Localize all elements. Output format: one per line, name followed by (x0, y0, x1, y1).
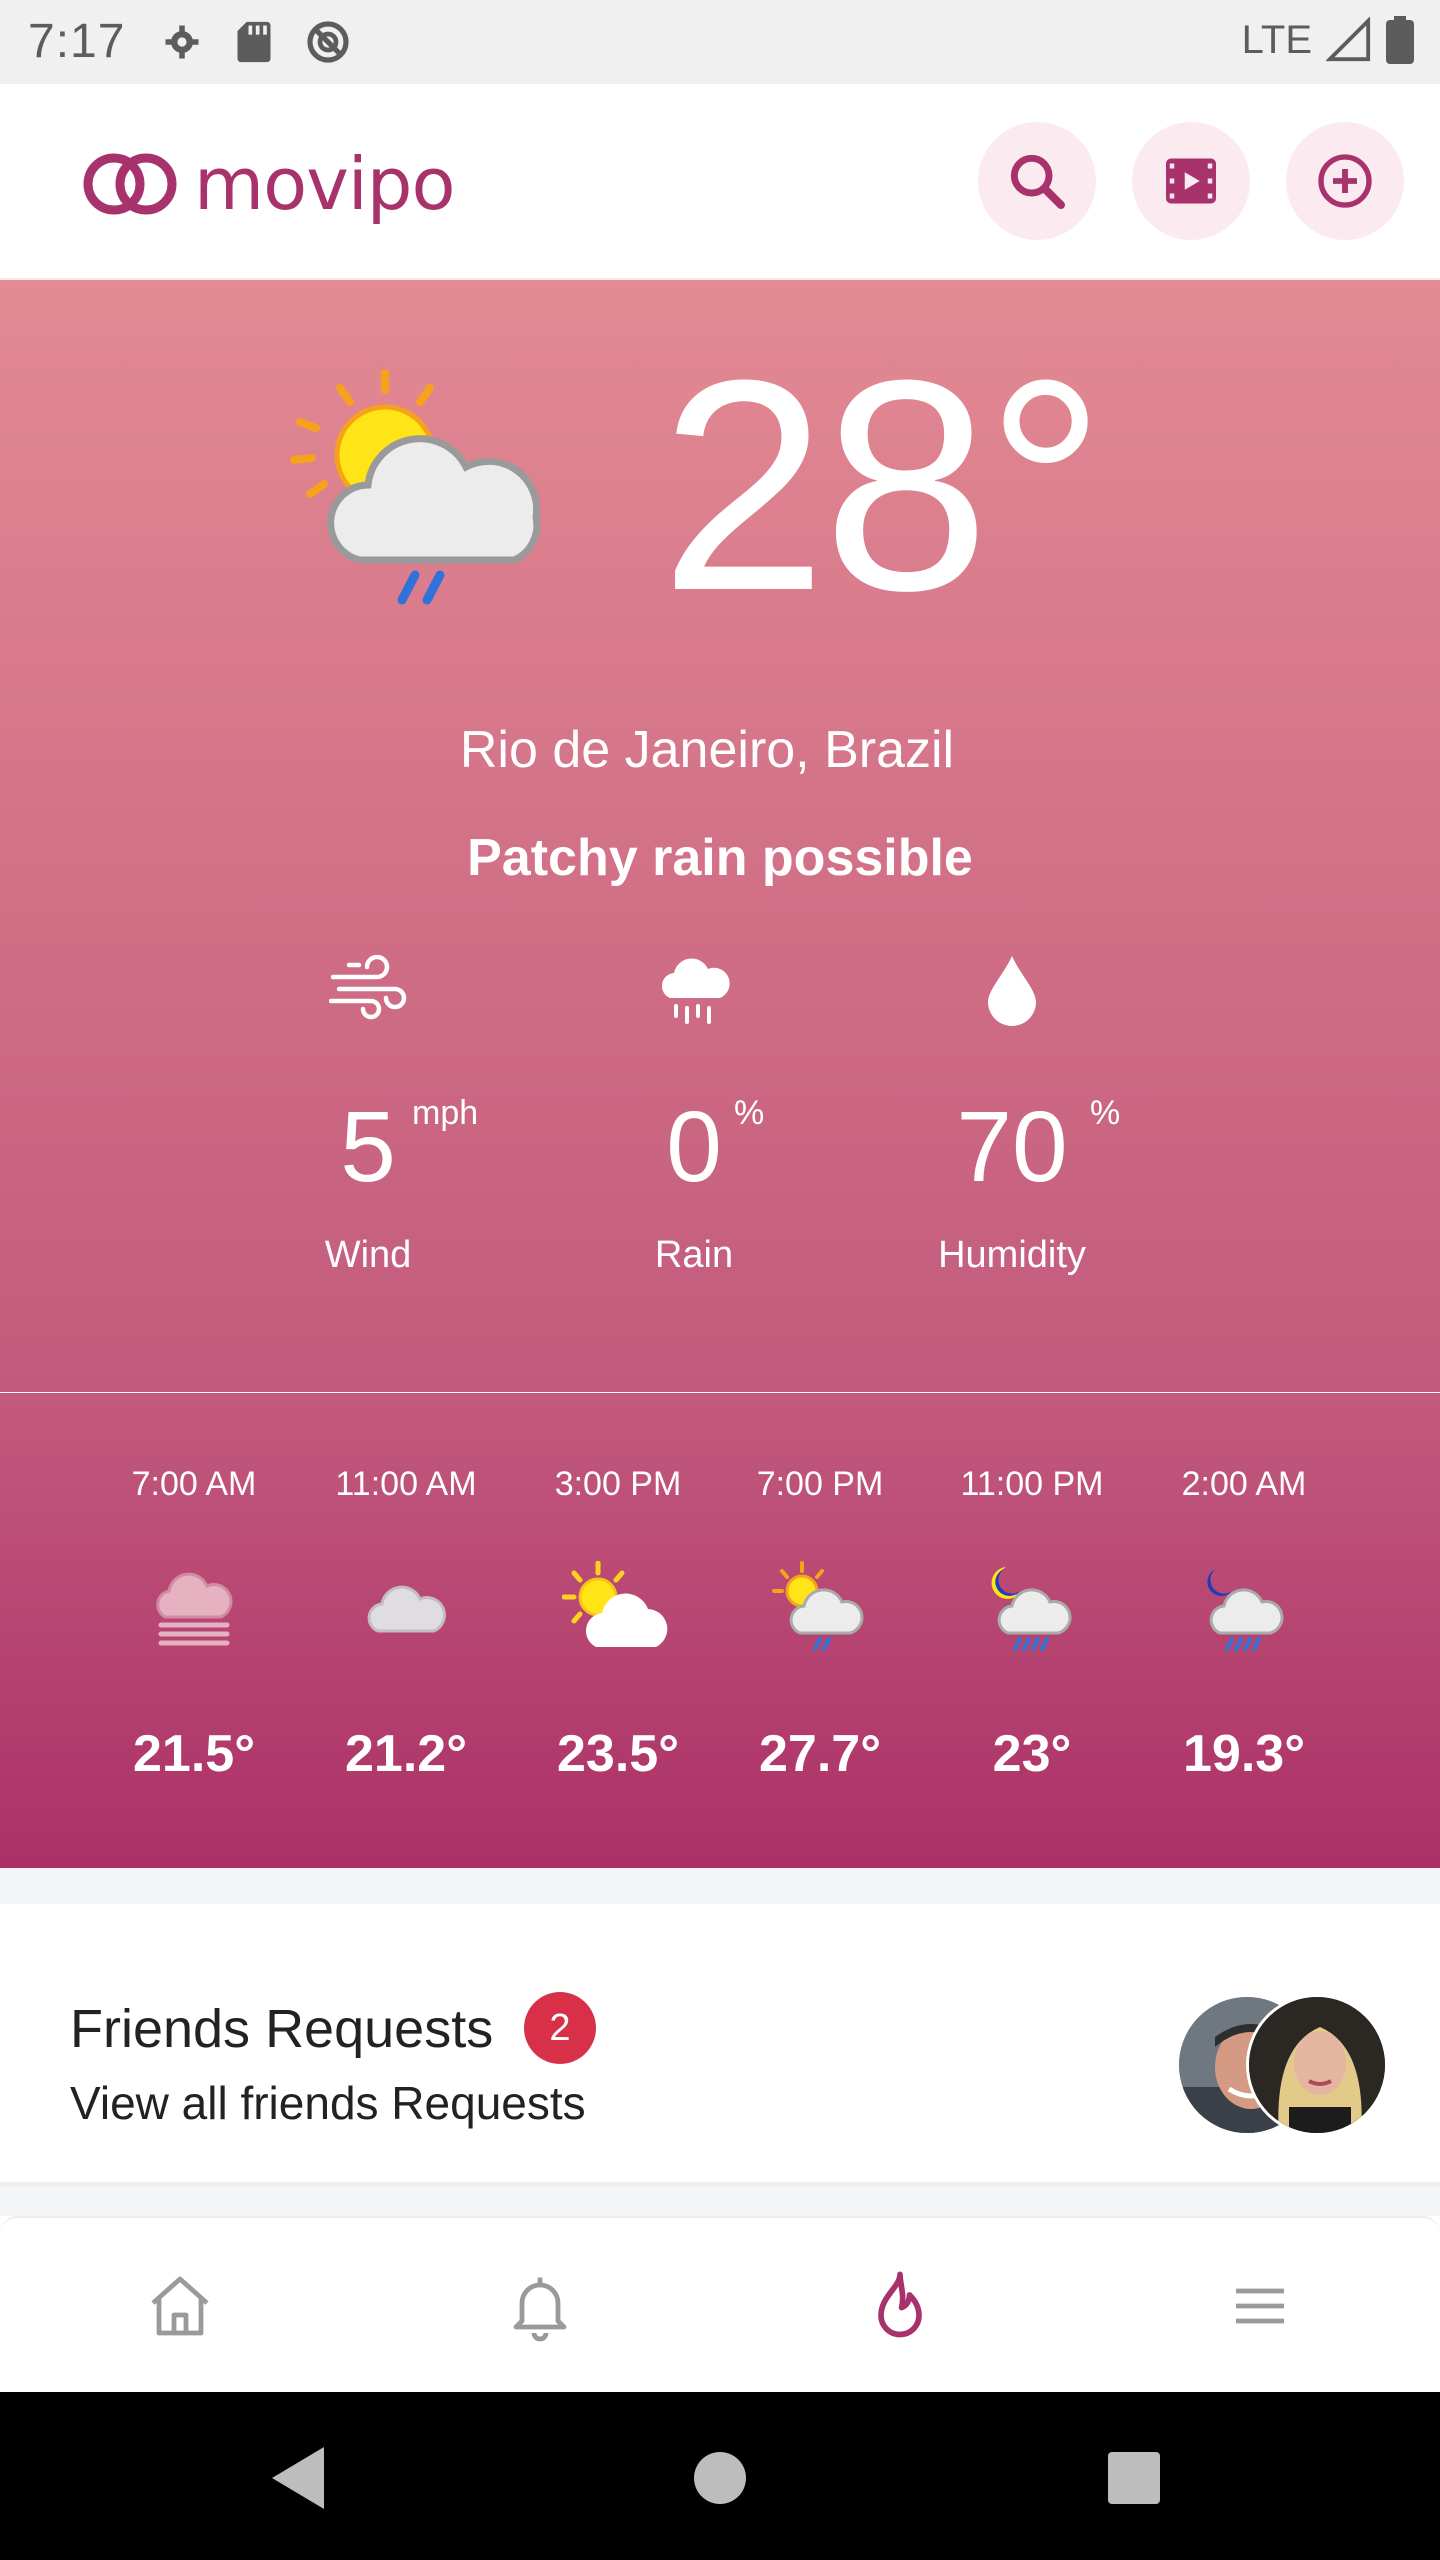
hour-temp: 23° (992, 1725, 1072, 1783)
network-type: LTE (1241, 17, 1312, 62)
droplet-icon (988, 956, 1036, 1026)
hour-temp: 23.5° (556, 1725, 679, 1783)
section-gap (0, 1868, 1440, 1904)
hour-item: 7:00 PM 27.7° (720, 1465, 920, 1784)
home-nav-button[interactable] (680, 2438, 760, 2518)
humidity-label: Humidity (938, 1234, 1086, 1276)
avatar-woman-image (1249, 1997, 1385, 2133)
hour-time: 11:00 PM (960, 1465, 1104, 1503)
recents-button[interactable] (1094, 2438, 1174, 2518)
avatar[interactable] (1246, 1994, 1388, 2136)
night-rain-icon (1207, 1569, 1284, 1651)
logo[interactable]: movipo (80, 142, 456, 226)
hour-time: 7:00 PM (756, 1465, 884, 1503)
bell-icon (513, 2277, 567, 2342)
sun-rain-icon (772, 1561, 864, 1651)
wind-label: Wind (324, 1234, 412, 1276)
recents-square-icon (1108, 2452, 1160, 2504)
wind-value: 5 (340, 1091, 396, 1203)
bottom-nav (0, 2216, 1440, 2392)
hour-time: 7:00 AM (131, 1465, 257, 1503)
search-button[interactable] (978, 122, 1096, 240)
status-left-icons (160, 18, 352, 66)
status-bar: 7:17 LTE (0, 0, 1440, 84)
weather-condition: Patchy rain possible (467, 829, 973, 887)
humidity-unit: % (1090, 1094, 1121, 1132)
hour-temp: 27.7° (758, 1725, 881, 1783)
hour-item: 3:00 PM 23.5° (518, 1465, 718, 1784)
hour-time: 11:00 AM (335, 1465, 477, 1503)
add-circle-icon (1318, 154, 1372, 208)
signal-icon (1326, 17, 1371, 62)
hour-time: 3:00 PM (554, 1465, 682, 1503)
home-icon (151, 2276, 209, 2336)
add-button[interactable] (1286, 122, 1404, 240)
stat-wind: 5 mph Wind (218, 940, 518, 1277)
partly-sunny-icon (562, 1561, 668, 1647)
back-icon (272, 2447, 324, 2509)
humidity-value: 70 (956, 1091, 1068, 1203)
rain-cloud-icon (661, 958, 730, 1024)
rain-unit: % (734, 1094, 765, 1132)
wind-icon (329, 955, 407, 1020)
hour-temp: 19.3° (1182, 1725, 1305, 1783)
hour-item: 11:00 AM 21.2° (306, 1465, 506, 1784)
hourly-forecast: 7:00 AM 21.5° 11:00 AM 21.2° 3:00 PM 23.… (0, 1393, 1440, 1868)
nav-menu[interactable] (1210, 2256, 1310, 2356)
rain-label: Rain (654, 1234, 734, 1276)
friends-title: Friends Requests (70, 1999, 494, 2059)
hour-temp: 21.2° (344, 1725, 467, 1783)
nav-trending[interactable] (850, 2256, 950, 2356)
weather-panel: 28° Rio de Janeiro, Brazil Patchy rain p… (0, 280, 1440, 1394)
video-icon (1166, 158, 1216, 204)
hour-time: 2:00 AM (1181, 1465, 1307, 1503)
night-rain-icon (991, 1567, 1072, 1651)
hour-item: 2:00 AM 19.3° (1144, 1465, 1344, 1784)
fog-icon (156, 1572, 233, 1646)
friends-subtitle[interactable]: View all friends Requests (70, 2076, 586, 2130)
app-header: movipo (0, 84, 1440, 280)
cloud-icon (367, 1585, 446, 1633)
current-temperature: 28° (660, 317, 1106, 653)
nav-notifications[interactable] (490, 2256, 590, 2356)
hour-temp: 21.5° (132, 1725, 255, 1783)
stat-humidity: 70% Humidity (862, 940, 1162, 1277)
flame-icon (878, 2271, 922, 2338)
friends-requests-card[interactable]: Friends Requests 2 View all friends Requ… (0, 1904, 1440, 2186)
sd-card-icon (237, 21, 271, 63)
no-sync-icon (307, 21, 349, 63)
section-gap (0, 2186, 1440, 2216)
status-right: LTE (1242, 16, 1414, 64)
status-time: 7:17 (28, 15, 126, 68)
menu-icon (1236, 2288, 1284, 2324)
hour-item: 11:00 PM 23° (932, 1465, 1132, 1784)
search-icon (1010, 154, 1065, 209)
battery-icon (1386, 16, 1414, 64)
stat-rain: 0% Rain (544, 940, 844, 1277)
nav-home[interactable] (130, 2256, 230, 2356)
hour-item: 7:00 AM 21.5° (94, 1465, 294, 1784)
video-button[interactable] (1132, 122, 1250, 240)
friends-count-badge: 2 (524, 1992, 596, 2064)
sun-cloud-rain-icon (290, 370, 541, 605)
home-circle-icon (694, 2452, 746, 2504)
back-button[interactable] (258, 2438, 338, 2518)
settings-cog-icon (165, 25, 199, 59)
movipo-logo-icon (83, 153, 177, 215)
system-nav-bar (0, 2392, 1440, 2560)
logo-text: movipo (194, 142, 456, 226)
wind-unit: mph (412, 1094, 479, 1132)
location: Rio de Janeiro, Brazil (459, 721, 955, 779)
rain-value: 0 (666, 1091, 722, 1203)
